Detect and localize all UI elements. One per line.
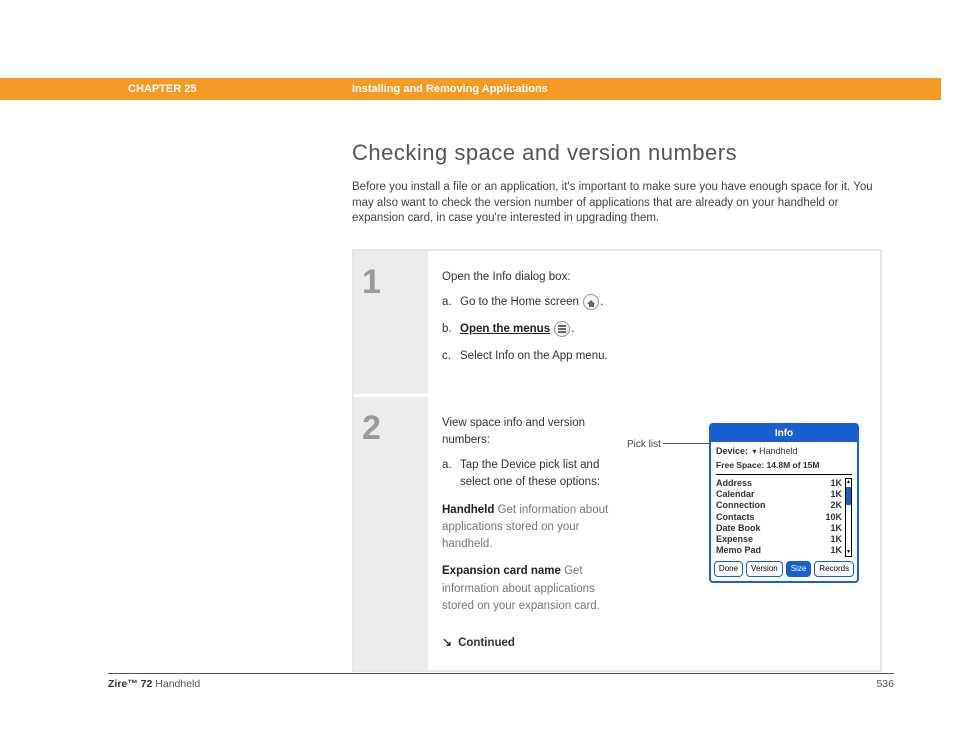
app-row[interactable]: Contacts 10K [716, 512, 842, 523]
done-button[interactable]: Done [714, 561, 743, 577]
app-row[interactable]: Memo Pad 1K [716, 545, 842, 556]
app-size: 1K [830, 534, 842, 545]
app-size: 1K [830, 523, 842, 534]
divider [716, 474, 852, 475]
device-label: Device: [716, 446, 748, 456]
step1-lead: Open the Info dialog box: [442, 269, 866, 286]
main-content: Checking space and version numbers Befor… [352, 140, 882, 672]
scroll-down-icon[interactable]: ▾ [846, 549, 851, 556]
app-row[interactable]: Address 1K [716, 478, 842, 489]
step-body: View space info and version numbers: a. … [428, 397, 880, 671]
menu-icon [554, 321, 570, 337]
step2-a-text: Tap the Device pick list and select one … [460, 459, 600, 488]
continued-label: ↘ Continued [442, 633, 617, 652]
info-dialog: Info Device: ▾ Handheld Free Space: 14.8… [709, 423, 859, 583]
step1-a-post: . [600, 296, 603, 308]
step1-b-post: . [571, 323, 574, 335]
free-space-label: Free Space: 14.8M of 15M [716, 459, 852, 472]
chapter-header: CHAPTER 25 Installing and Removing Appli… [0, 78, 941, 100]
continued-arrow-icon: ↘ [442, 633, 452, 651]
step2-lead: View space info and version numbers: [442, 415, 617, 450]
list-letter: a. [442, 294, 452, 311]
step-number: 1 [362, 263, 428, 302]
step-number-cell: 2 [354, 397, 428, 671]
step1-item-b: b. Open the menus . [442, 321, 866, 338]
step-body: Open the Info dialog box: a. Go to the H… [428, 251, 880, 394]
app-size: 10K [825, 512, 842, 523]
scroll-up-icon[interactable]: ▴ [846, 479, 851, 486]
app-name: Memo Pad [716, 545, 761, 556]
page-number: 536 [876, 678, 894, 690]
device-picklist[interactable]: Device: ▾ Handheld [716, 445, 852, 459]
app-name: Calendar [716, 489, 755, 500]
term-expansion: Expansion card name [442, 565, 561, 577]
open-menus-link[interactable]: Open the menus [460, 323, 550, 335]
app-row[interactable]: Expense 1K [716, 534, 842, 545]
step-number: 2 [362, 409, 428, 448]
list-letter: c. [442, 348, 451, 365]
list-letter: a. [442, 457, 452, 474]
app-name: Address [716, 478, 752, 489]
version-button[interactable]: Version [746, 561, 783, 577]
app-row[interactable]: Connection 2K [716, 500, 842, 511]
intro-paragraph: Before you install a file or an applicat… [352, 180, 882, 227]
dialog-buttons: Done Version Size Records [716, 561, 852, 577]
app-row[interactable]: Calendar 1K [716, 489, 842, 500]
dialog-title: Info [711, 425, 857, 442]
picklist-callout: Pick list [627, 437, 661, 452]
callout-line [663, 443, 709, 444]
app-row[interactable]: Date Book 1K [716, 523, 842, 534]
page-heading: Checking space and version numbers [352, 140, 882, 166]
step1-c-text: Select Info on the App menu. [460, 350, 608, 362]
scrollbar[interactable]: ▴ ▾ [845, 478, 852, 557]
app-list: Address 1K Calendar 1K Connection 2K Contacts 1… [716, 478, 852, 557]
size-button[interactable]: Size [786, 561, 812, 577]
app-size: 1K [830, 478, 842, 489]
list-letter: b. [442, 321, 452, 338]
product-bold: Zire™ 72 [108, 678, 152, 690]
app-size: 2K [830, 500, 842, 511]
app-name: Date Book [716, 523, 761, 534]
records-button[interactable]: Records [814, 561, 854, 577]
step1-item-c: c. Select Info on the App menu. [442, 348, 866, 365]
chapter-number: CHAPTER 25 [128, 83, 352, 95]
definition-expansion: Expansion card name Get information abou… [442, 563, 617, 615]
app-name: Contacts [716, 512, 755, 523]
step2-item-a: a. Tap the Device pick list and select o… [442, 457, 617, 492]
dropdown-arrow-icon: ▾ [753, 447, 757, 456]
app-size: 1K [830, 545, 842, 556]
device-value: Handheld [759, 446, 798, 456]
definition-handheld: Handheld Get information about applicati… [442, 502, 617, 554]
product-name: Zire™ 72 Handheld [108, 678, 200, 690]
dialog-content: Device: ▾ Handheld Free Space: 14.8M of … [711, 442, 857, 581]
app-size: 1K [830, 489, 842, 500]
step2-figure-column: Pick list Info Device: ▾ Handheld Free S… [627, 415, 866, 653]
step-number-cell: 1 [354, 251, 428, 394]
step-2: 2 View space info and version numbers: a… [354, 397, 880, 671]
step2-text-column: View space info and version numbers: a. … [442, 415, 617, 653]
chapter-title: Installing and Removing Applications [352, 83, 548, 95]
step1-a-text: Go to the Home screen [460, 296, 582, 308]
term-handheld: Handheld [442, 504, 494, 516]
step1-item-a: a. Go to the Home screen . [442, 294, 866, 311]
steps-container: 1 Open the Info dialog box: a. Go to the… [352, 249, 882, 673]
continued-text: Continued [458, 637, 515, 649]
app-name: Expense [716, 534, 753, 545]
page-footer: Zire™ 72 Handheld 536 [108, 673, 894, 690]
home-icon [583, 294, 599, 310]
step-1: 1 Open the Info dialog box: a. Go to the… [354, 251, 880, 397]
scroll-thumb[interactable] [846, 487, 851, 505]
product-rest: Handheld [152, 678, 200, 690]
app-name: Connection [716, 500, 766, 511]
